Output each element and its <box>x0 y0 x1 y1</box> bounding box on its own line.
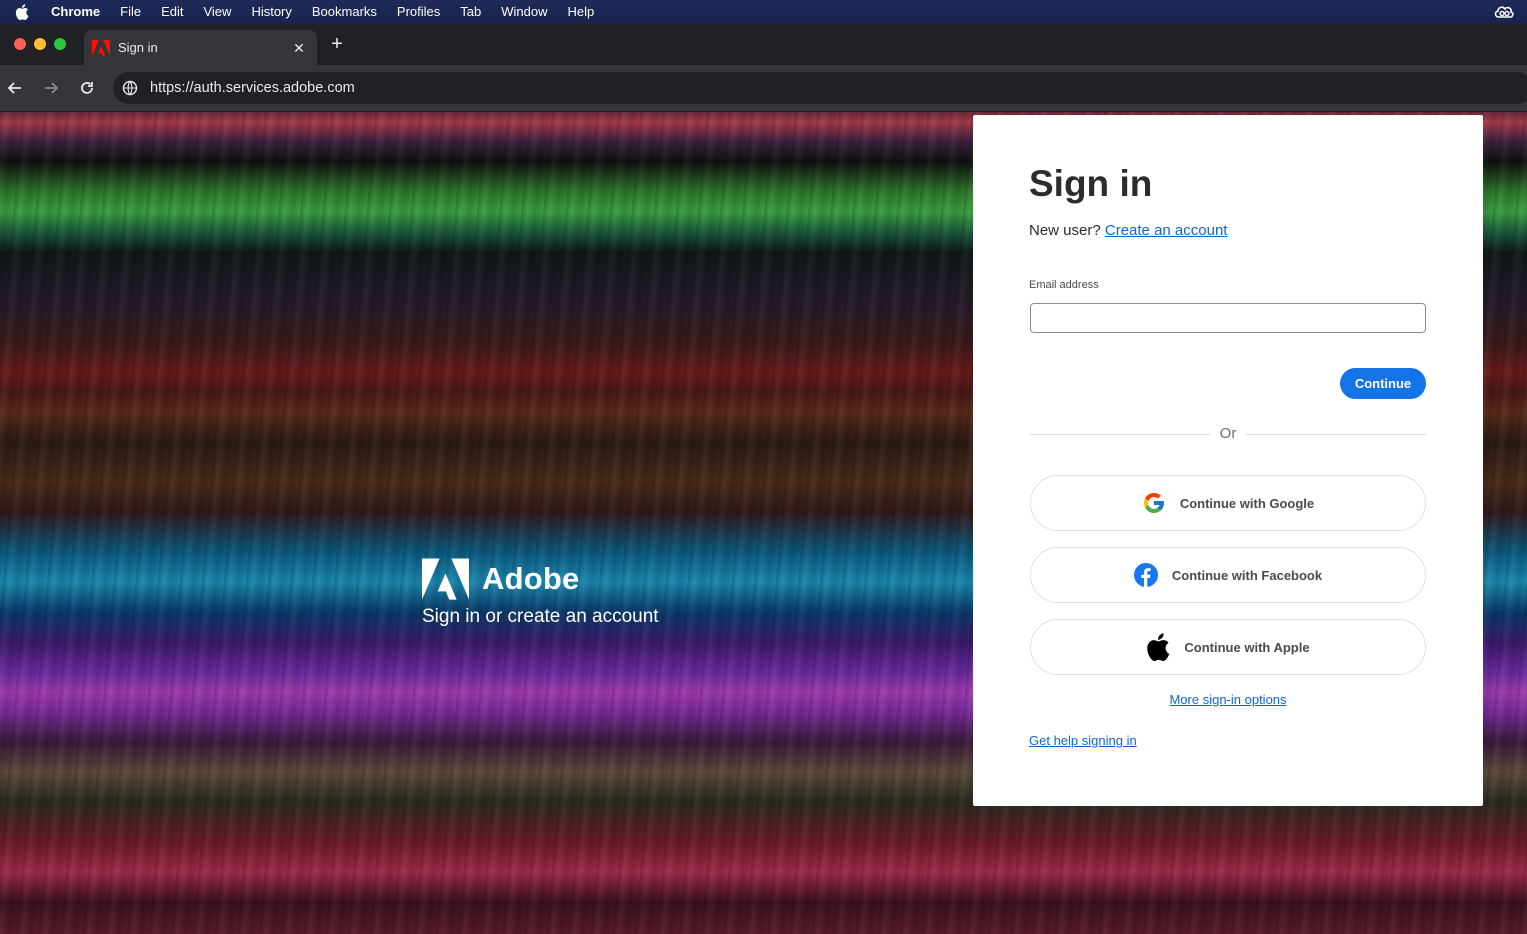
forward-icon[interactable] <box>41 78 61 98</box>
apple-logo-icon <box>1146 633 1170 661</box>
menu-app-name[interactable]: Chrome <box>41 0 110 24</box>
sign-in-card: Sign in New user? Create an account Emai… <box>973 115 1483 806</box>
continue-with-google-button[interactable]: Continue with Google <box>1030 475 1426 531</box>
new-user-row: New user? Create an account <box>1029 222 1227 239</box>
adobe-icon <box>92 39 110 56</box>
menu-profiles[interactable]: Profiles <box>387 0 450 24</box>
browser-toolbar: https://auth.services.adobe.com <box>0 65 1527 112</box>
creative-cloud-icon[interactable] <box>1493 3 1515 21</box>
url-text: https://auth.services.adobe.com <box>150 80 355 96</box>
continue-with-apple-button[interactable]: Continue with Apple <box>1030 619 1426 675</box>
continue-with-facebook-button[interactable]: Continue with Facebook <box>1030 547 1426 603</box>
site-info-icon[interactable] <box>122 80 138 96</box>
menu-history[interactable]: History <box>241 0 301 24</box>
create-account-link[interactable]: Create an account <box>1105 222 1228 239</box>
facebook-icon <box>1133 563 1158 587</box>
google-label: Continue with Google <box>1179 495 1315 511</box>
brand-tagline: Sign in or create an account <box>422 606 659 627</box>
brand-name: Adobe <box>482 561 580 596</box>
email-label: Email address <box>1029 279 1099 291</box>
menu-file[interactable]: File <box>110 0 151 24</box>
new-user-text: New user? <box>1029 222 1101 239</box>
new-tab-button[interactable]: + <box>327 34 347 54</box>
menu-bookmarks[interactable]: Bookmarks <box>302 0 387 24</box>
page-title: Sign in <box>1029 163 1153 204</box>
adobe-logo-icon <box>422 558 469 600</box>
or-divider: Or <box>1030 425 1426 445</box>
menu-tab[interactable]: Tab <box>450 0 491 24</box>
brand-block: Adobe Sign in or create an account <box>422 558 659 628</box>
reload-icon[interactable] <box>77 78 97 98</box>
continue-button[interactable]: Continue <box>1340 368 1426 399</box>
tab-sign-in[interactable]: Sign in ✕ <box>84 30 317 65</box>
close-window-button[interactable] <box>14 38 26 50</box>
get-help-signing-in-link[interactable]: Get help signing in <box>1029 733 1137 748</box>
menu-edit[interactable]: Edit <box>151 0 193 24</box>
menu-help[interactable]: Help <box>558 0 605 24</box>
tab-strip: Sign in ✕ + <box>0 24 1527 65</box>
google-icon <box>1142 491 1166 515</box>
menu-view[interactable]: View <box>193 0 241 24</box>
apple-label: Continue with Apple <box>1184 639 1310 655</box>
apple-icon[interactable] <box>13 4 31 20</box>
macos-menu-bar: Chrome File Edit View History Bookmarks … <box>0 0 1527 24</box>
tab-title: Sign in <box>118 40 158 55</box>
divider-line-right <box>1246 434 1426 435</box>
facebook-label: Continue with Facebook <box>1171 567 1323 583</box>
minimize-window-button[interactable] <box>34 38 46 50</box>
menu-window[interactable]: Window <box>491 0 557 24</box>
back-icon[interactable] <box>5 78 25 98</box>
email-field[interactable] <box>1030 303 1426 333</box>
close-icon[interactable]: ✕ <box>291 40 307 56</box>
address-bar[interactable]: https://auth.services.adobe.com <box>113 72 1527 104</box>
zoom-window-button[interactable] <box>54 38 66 50</box>
more-sign-in-options-link[interactable]: More sign-in options <box>973 692 1483 707</box>
